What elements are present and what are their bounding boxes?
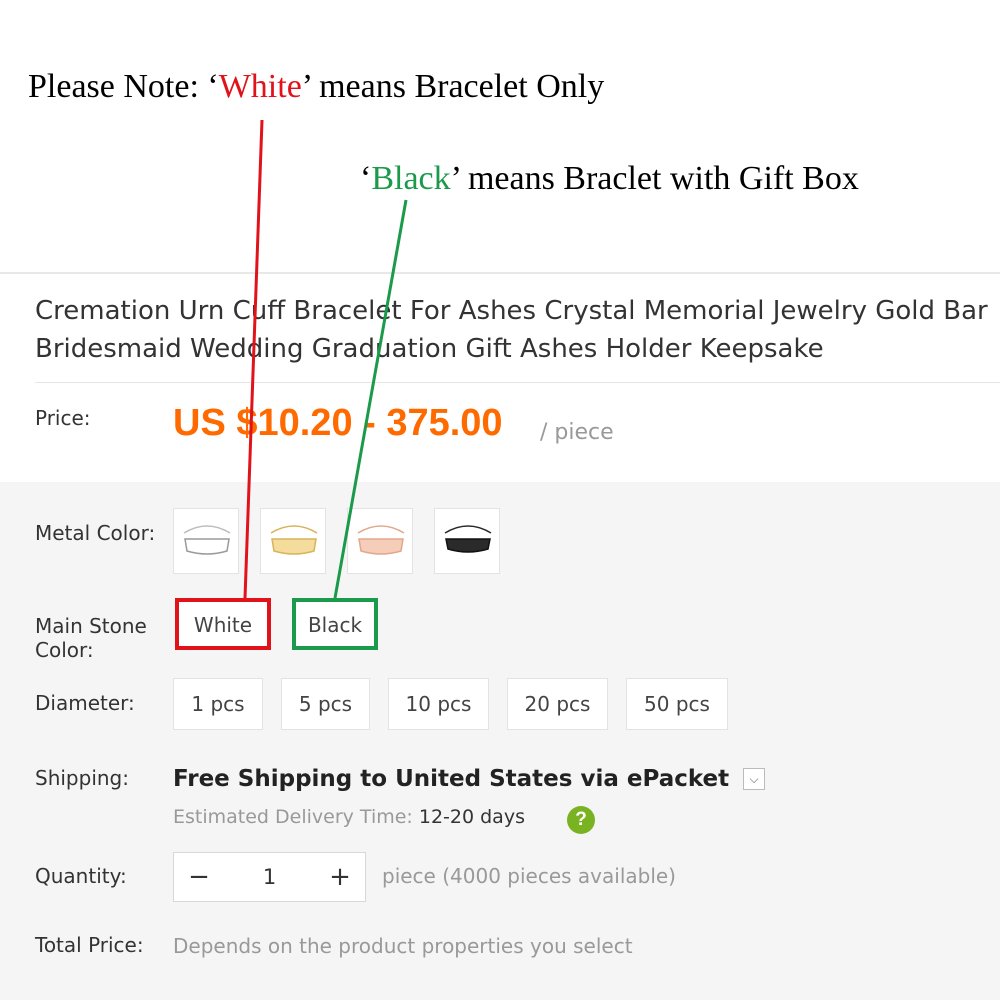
quantity-available: piece (4000 pieces available) <box>382 864 676 888</box>
shipping-method: ePacket <box>626 766 730 792</box>
note-prefix: Please Note: ‘ <box>28 68 219 105</box>
stone-option-white[interactable]: White <box>175 598 271 650</box>
note-white-highlight: White <box>218 68 302 105</box>
main-stone-color-label: Main Stone Color: <box>35 614 147 662</box>
swatch-black[interactable] <box>434 508 500 574</box>
note-black-line: ‘Black’ means Braclet with Gift Box <box>360 160 859 198</box>
diameter-option-5-pcs[interactable]: 5 pcs <box>281 678 370 730</box>
note-suffix: ’ means Bracelet Only <box>301 68 605 105</box>
estimated-delivery: Estimated Delivery Time: 12-20 days <box>173 806 525 828</box>
quantity-input[interactable]: 1 <box>224 853 315 901</box>
price-label: Price: <box>35 406 91 430</box>
bracelet-black-icon <box>444 525 492 553</box>
price-unit: / piece <box>540 420 614 445</box>
main-stone-label-line1: Main Stone <box>35 614 147 638</box>
help-icon[interactable]: ? <box>567 806 595 834</box>
estimated-delivery-days: 12-20 days <box>418 806 525 828</box>
diameter-option-1-pcs[interactable]: 1 pcs <box>173 678 263 730</box>
quantity-label: Quantity: <box>35 864 127 888</box>
bracelet-rose-gold-icon <box>357 525 405 555</box>
quantity-stepper: − 1 + <box>173 852 366 902</box>
quantity-decrease-button[interactable]: − <box>174 853 224 901</box>
bracelet-gold-icon <box>270 525 318 555</box>
main-stone-label-line2: Color: <box>35 638 94 662</box>
total-price-label: Total Price: <box>35 933 144 957</box>
top-divider <box>0 272 1000 274</box>
swatch-silver[interactable] <box>173 508 239 574</box>
estimated-delivery-label: Estimated Delivery Time: <box>173 806 419 828</box>
price-value: US $10.20 - 375.00 <box>173 402 503 444</box>
total-price-value: Depends on the product properties you se… <box>173 934 633 958</box>
swatch-gold[interactable] <box>260 508 326 574</box>
shipping-label: Shipping: <box>35 766 129 790</box>
shipping-via: via <box>572 766 627 792</box>
shipping-destination: United States <box>395 766 573 792</box>
note-white-line: Please Note: ‘White’ means Bracelet Only <box>28 68 604 106</box>
shipping-prefix: Free Shipping to <box>173 766 396 792</box>
quantity-increase-button[interactable]: + <box>315 853 365 901</box>
note-suffix: ’ means Braclet with Gift Box <box>450 160 859 197</box>
diameter-option-10-pcs[interactable]: 10 pcs <box>388 678 489 730</box>
chevron-down-icon[interactable]: ⌵ <box>743 768 765 790</box>
properties-panel <box>0 482 1000 1000</box>
stone-option-black[interactable]: Black <box>292 598 378 650</box>
product-title-line1: Cremation Urn Cuff Bracelet For Ashes Cr… <box>35 296 988 326</box>
note-prefix: ‘ <box>360 160 372 197</box>
diameter-label: Diameter: <box>35 691 135 715</box>
diameter-option-20-pcs[interactable]: 20 pcs <box>507 678 608 730</box>
shipping-summary[interactable]: Free Shipping to United States via ePack… <box>173 766 729 792</box>
bracelet-silver-icon <box>183 525 231 555</box>
swatch-rose-gold[interactable] <box>347 508 413 574</box>
diameter-option-50-pcs[interactable]: 50 pcs <box>626 678 728 730</box>
product-title: Cremation Urn Cuff Bracelet For Ashes Cr… <box>35 292 995 368</box>
product-title-line2: Bridesmaid Wedding Graduation Gift Ashes… <box>35 334 824 364</box>
title-divider <box>35 382 1000 383</box>
metal-color-label: Metal Color: <box>35 521 156 545</box>
note-black-highlight: Black <box>371 160 451 197</box>
